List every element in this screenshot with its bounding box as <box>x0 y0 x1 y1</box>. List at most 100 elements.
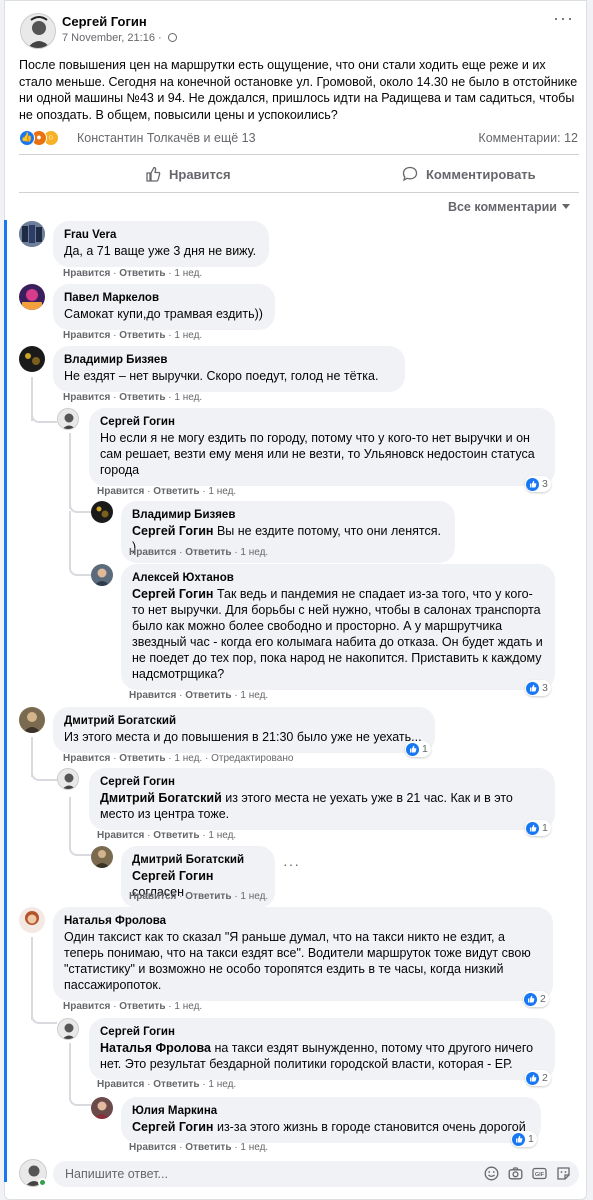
commenter-avatar[interactable] <box>57 768 79 790</box>
reactors-text[interactable]: Константин Толкачёв и ещё 13 <box>77 131 256 145</box>
commenter-name[interactable]: Павел Маркелов <box>64 291 264 305</box>
like-link[interactable]: Нравится <box>97 486 144 497</box>
comment-like-badge[interactable]: 2 <box>525 1070 551 1086</box>
reply-link[interactable]: Ответить <box>119 753 165 764</box>
comments-count[interactable]: Комментарии: 12 <box>478 131 578 145</box>
commenter-avatar[interactable] <box>91 501 113 523</box>
comment-options-icon[interactable]: ··· <box>283 856 300 872</box>
comment-time[interactable]: 1 нед. <box>240 547 268 558</box>
mention[interactable]: Сергей Гогин <box>132 869 213 883</box>
commenter-avatar[interactable] <box>19 707 45 733</box>
reply-link[interactable]: Ответить <box>153 486 199 497</box>
sticker-icon[interactable] <box>556 1166 571 1181</box>
author-avatar[interactable] <box>20 13 56 49</box>
reply-link[interactable]: Ответить <box>185 547 231 558</box>
commenter-avatar[interactable] <box>19 907 45 933</box>
post-options-icon[interactable]: ··· <box>553 9 574 27</box>
like-link[interactable]: Нравится <box>97 830 144 841</box>
like-button[interactable]: Нравится <box>145 158 231 190</box>
reply-link[interactable]: Ответить <box>119 330 165 341</box>
comment-time[interactable]: 1 нед. <box>174 392 202 403</box>
like-link[interactable]: Нравится <box>129 1142 176 1153</box>
like-link[interactable]: Нравится <box>63 753 110 764</box>
mention[interactable]: Сергей Гогин <box>132 1120 213 1134</box>
comment-like-badge[interactable]: 1 <box>511 1131 537 1147</box>
comment-bubble: Юлия Маркина Сергей Гогин из-за этого жи… <box>121 1097 541 1143</box>
comment-time[interactable]: 1 нед. <box>240 690 268 701</box>
like-link[interactable]: Нравится <box>63 268 110 279</box>
like-link[interactable]: Нравится <box>63 330 110 341</box>
comment-time[interactable]: 1 нед. <box>174 1001 202 1012</box>
post-author-name[interactable]: Сергей Гогин <box>62 14 147 29</box>
meta-separator: · <box>158 32 162 44</box>
mention[interactable]: Сергей Гогин <box>132 587 213 601</box>
camera-icon[interactable] <box>508 1166 523 1181</box>
commenter-name[interactable]: Дмитрий Богатский <box>64 714 424 728</box>
thread-line <box>69 797 71 845</box>
comment-text: Наталья Фролова на такси ездят вынужденн… <box>100 1040 544 1072</box>
commenter-name[interactable]: Наталья Фролова <box>64 914 542 928</box>
commenter-name[interactable]: Владимир Бизяев <box>64 353 394 367</box>
separator: · <box>113 392 117 403</box>
like-link[interactable]: Нравится <box>97 1079 144 1090</box>
commenter-avatar[interactable] <box>91 1097 113 1119</box>
reply-link[interactable]: Ответить <box>119 392 165 403</box>
post-date[interactable]: 7 November, 21:16 <box>62 32 155 44</box>
mention[interactable]: Наталья Фролова <box>100 1041 211 1055</box>
comment-time[interactable]: 1 нед. <box>208 486 236 497</box>
like-link[interactable]: Нравится <box>129 547 176 558</box>
commenter-name[interactable]: Сергей Гогин <box>100 775 544 789</box>
comment-like-badge[interactable]: 1 <box>525 820 551 836</box>
commenter-avatar[interactable] <box>19 284 45 310</box>
reply-link[interactable]: Ответить <box>185 891 231 902</box>
emoji-icon[interactable] <box>484 1166 499 1181</box>
commenter-avatar[interactable] <box>57 408 79 430</box>
comment-like-badge[interactable]: 3 <box>525 680 551 696</box>
comment-text: Один таксист как то сказал "Я раньше дум… <box>64 930 531 992</box>
thread-line <box>69 511 71 569</box>
commenter-name[interactable]: Сергей Гогин <box>100 415 544 429</box>
commenter-avatar[interactable] <box>91 846 113 868</box>
reply-link[interactable]: Ответить <box>153 1079 199 1090</box>
like-link[interactable]: Нравится <box>129 891 176 902</box>
comment-sort-dropdown[interactable]: Все комментарии <box>448 200 570 214</box>
reply-link[interactable]: Ответить <box>185 1142 231 1153</box>
comment-like-badge[interactable]: 2 <box>523 991 549 1007</box>
reply-link[interactable]: Ответить <box>119 268 165 279</box>
commenter-name[interactable]: Алексей Юхтанов <box>132 571 544 585</box>
comment-time[interactable]: 1 нед. <box>240 1142 268 1153</box>
comment-time[interactable]: 1 нед. <box>208 830 236 841</box>
reply-input[interactable]: Напишите ответ... GIF <box>53 1161 579 1187</box>
globe-icon <box>167 33 177 42</box>
commenter-avatar[interactable] <box>19 346 45 372</box>
comment-time[interactable]: 1 нед. <box>208 1079 236 1090</box>
comment-like-badge[interactable]: 1 <box>405 741 431 757</box>
comment-time[interactable]: 1 нед. <box>174 268 202 279</box>
like-link[interactable]: Нравится <box>63 1001 110 1012</box>
commenter-name[interactable]: Дмитрий Богатский <box>132 853 264 867</box>
gif-icon[interactable]: GIF <box>532 1166 547 1181</box>
reply-link[interactable]: Ответить <box>185 690 231 701</box>
edited-label[interactable]: Отредактировано <box>211 753 293 764</box>
comment-time[interactable]: 1 нед. <box>240 891 268 902</box>
like-icon <box>526 821 539 835</box>
commenter-name[interactable]: Юлия Маркина <box>132 1104 530 1118</box>
reply-link[interactable]: Ответить <box>153 830 199 841</box>
comment-time[interactable]: 1 нед. <box>174 330 202 341</box>
commenter-avatar[interactable] <box>57 1018 79 1040</box>
comment-button[interactable]: Комментировать <box>402 158 536 190</box>
comment-actions: Нравится · Ответить · 1 нед. <box>63 268 202 279</box>
commenter-name[interactable]: Владимир Бизяев <box>132 508 444 522</box>
commenter-avatar[interactable] <box>91 564 113 586</box>
commenter-name[interactable]: Сергей Гогин <box>100 1025 544 1039</box>
like-link[interactable]: Нравится <box>129 690 176 701</box>
like-link[interactable]: Нравится <box>63 392 110 403</box>
mention[interactable]: Дмитрий Богатский <box>100 791 222 805</box>
comment-like-badge[interactable]: 3 <box>525 476 551 492</box>
comment-time[interactable]: 1 нед. <box>174 753 202 764</box>
reply-link[interactable]: Ответить <box>119 1001 165 1012</box>
mention[interactable]: Сергей Гогин <box>132 524 213 538</box>
comment-text-body: из-за этого жизнь в городе становится оч… <box>213 1120 526 1134</box>
commenter-name[interactable]: Frau Vera <box>64 228 258 242</box>
commenter-avatar[interactable] <box>19 221 45 247</box>
